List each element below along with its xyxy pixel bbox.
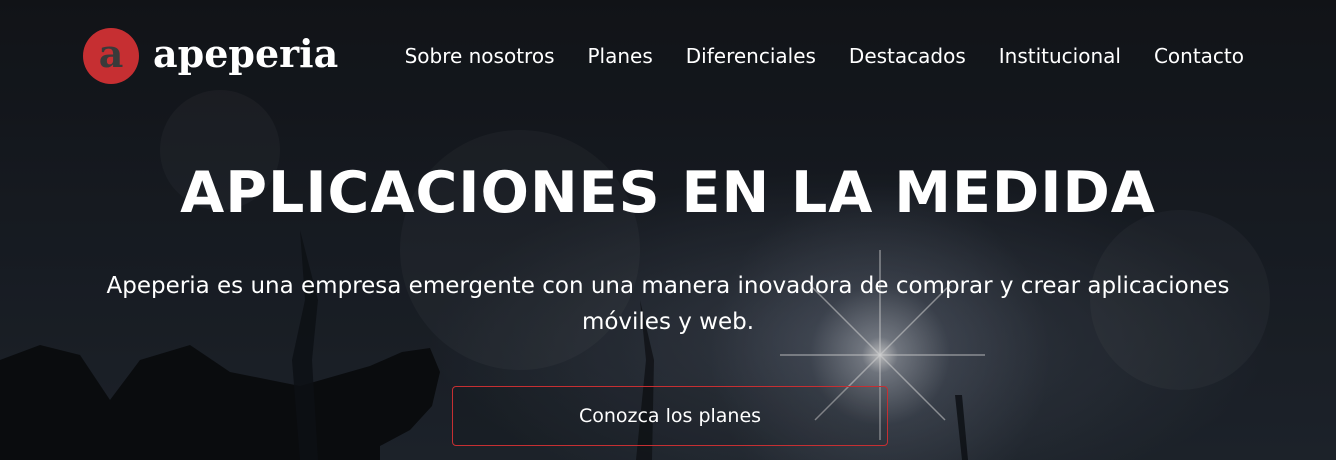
nav-item-institucional[interactable]: Institucional	[999, 44, 1121, 68]
logo-badge-letter: a	[98, 30, 124, 76]
nav-item-contacto[interactable]: Contacto	[1154, 44, 1244, 68]
nav-item-destacados[interactable]: Destacados	[849, 44, 966, 68]
hero-section: a apeperia Sobre nosotros Planes Diferen…	[0, 0, 1336, 460]
nav-menu: Sobre nosotros Planes Diferenciales Dest…	[405, 44, 1244, 68]
brand-logo-link[interactable]: a apeperia	[83, 28, 338, 84]
hero-headline: APLICACIONES EN LA MEDIDA	[180, 160, 1156, 226]
nav-item-diferenciales[interactable]: Diferenciales	[686, 44, 816, 68]
hero-description: Apeperia es una empresa emergente con un…	[106, 273, 1230, 335]
nav-item-sobre-nosotros[interactable]: Sobre nosotros	[405, 44, 555, 68]
view-plans-button[interactable]: Conozca los planes	[452, 386, 888, 446]
brand-name: apeperia	[153, 30, 339, 76]
nav-item-planes[interactable]: Planes	[587, 44, 652, 68]
top-navigation: a apeperia Sobre nosotros Planes Diferen…	[83, 28, 1244, 84]
logo-badge-icon: a	[83, 28, 139, 84]
